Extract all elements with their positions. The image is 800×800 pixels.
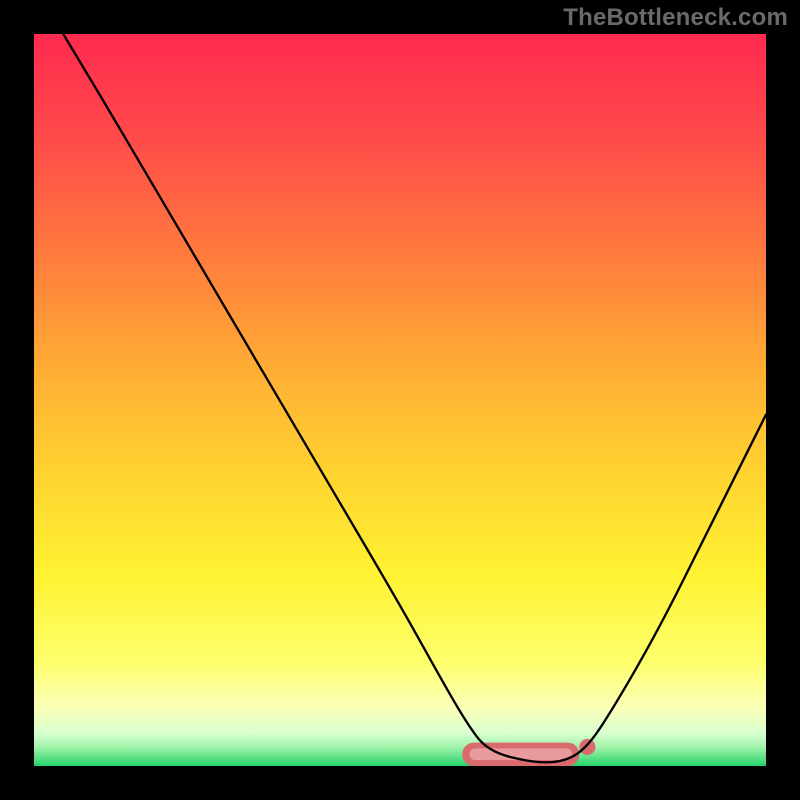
plot-area — [34, 34, 766, 766]
watermark-label: TheBottleneck.com — [563, 4, 788, 32]
chart-svg — [34, 34, 766, 766]
chart-frame: TheBottleneck.com — [0, 0, 800, 800]
end-dot — [579, 739, 595, 755]
bottleneck-curve — [63, 34, 766, 762]
